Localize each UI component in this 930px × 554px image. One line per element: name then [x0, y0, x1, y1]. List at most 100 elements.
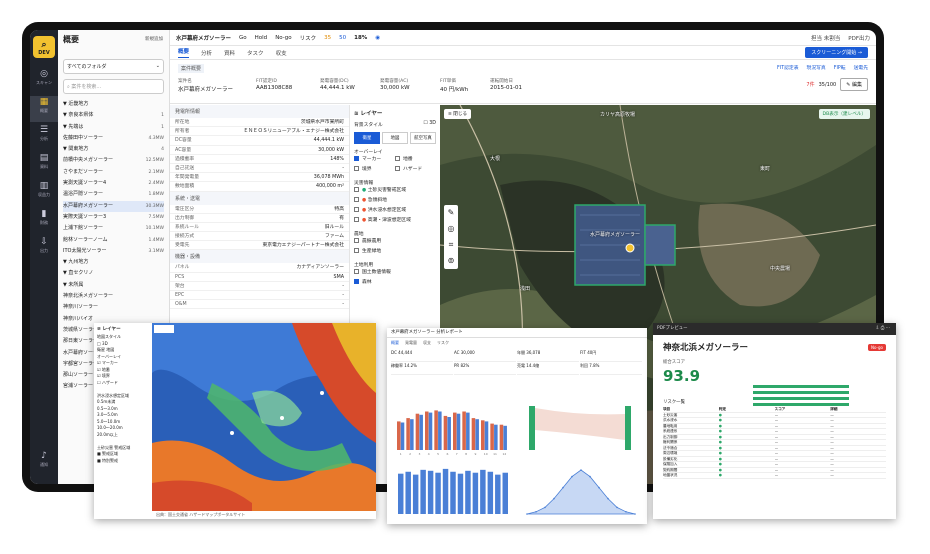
flag-go[interactable]: Go [239, 35, 247, 41]
tree-row[interactable]: 上浦下館ソーラー 10.1MW [63, 223, 164, 234]
folder-select[interactable]: すべてのフォルダ ⌄ [63, 59, 164, 74]
tree-row[interactable]: さやまだソーラー 2.1MW [63, 167, 164, 178]
tab-analysis[interactable]: 分析 [201, 49, 212, 57]
bar-mark [420, 469, 426, 514]
screening-start-button[interactable]: スクリーニング開始 → [805, 47, 868, 58]
tab-finance[interactable]: 収支 [276, 49, 287, 57]
pdf-export-button[interactable]: PDF出力 [848, 34, 870, 42]
tree-row[interactable]: ▼ 先端は 1 [63, 122, 164, 133]
bar-mark [435, 472, 441, 514]
use-item[interactable]: 国土数値情報 [354, 268, 436, 278]
tree-row[interactable]: 実測天誕ソーラー4 2.4MW [63, 178, 164, 189]
tree-row[interactable]: 神奈北浜メガソーラー [63, 291, 164, 302]
property-row: 出力制御有 [170, 214, 349, 223]
app-logo[interactable]: ⌕ DEV [33, 36, 55, 58]
overlay-lot[interactable]: 地番 [395, 155, 436, 165]
tree-row[interactable]: 佐藤田中ソーラー 4.3MW [63, 133, 164, 144]
edit-button[interactable]: ✎ 編集 [840, 78, 868, 91]
tab-overview[interactable]: 概要 [178, 47, 190, 58]
link-grid[interactable]: 送電先 [854, 64, 868, 71]
tab-tasks[interactable]: タスク [247, 49, 264, 57]
map-place-label: 水戸幕府メガソーラー [590, 232, 641, 238]
hazard-layer-title: ≋ レイヤー [97, 327, 121, 332]
rail-item-scan[interactable]: ◎ スキャン [30, 68, 58, 94]
overlay-marker[interactable]: マーカー [354, 155, 395, 165]
panel-toggle-button[interactable]: ≡ 閉じる [444, 109, 472, 119]
draw-icon[interactable]: ⌗ [444, 237, 458, 253]
bell-icon: ♪ [41, 451, 47, 461]
summary-field: FIT単価 40 円/kWh [440, 79, 469, 93]
tree-row[interactable]: ▼ 未所属 [63, 280, 164, 291]
bar-mark [397, 421, 401, 450]
tree-row[interactable]: 前橋中央メガソーラー 12.5MW [63, 155, 164, 166]
rail-item-docs[interactable]: ▤ 資料 [30, 152, 58, 178]
toggle-3d[interactable]: ☐ 3D [423, 121, 436, 126]
pin-icon[interactable]: ◎ [444, 221, 458, 237]
risk-table-row: 地盤状況 ● — — [663, 473, 886, 479]
analysis-dashboard-card: 水戸幕府メガソーラー 分析レポート 概要 発電量 収支 リスク DC 44,44… [387, 328, 647, 524]
tree-row[interactable]: 館林ソーラーノーム 1.4MW [63, 235, 164, 246]
rail-item-finance[interactable]: ▮ 財務 [30, 208, 58, 234]
rail-item-export[interactable]: ⇩ 出力 [30, 236, 58, 262]
tick-label: 4 [428, 452, 430, 456]
dash-tab[interactable]: リスク [437, 340, 449, 346]
flag-nogo[interactable]: No-go [275, 35, 291, 41]
overlay-hazard[interactable]: ハザード [395, 165, 436, 175]
land-item[interactable]: 生産緑地 [354, 247, 436, 257]
bar-mark [410, 419, 414, 450]
grid-icon: ▦ [39, 97, 49, 107]
hazard-item[interactable]: ● 土砂災害警戒区域 [354, 186, 436, 196]
point-mark [634, 513, 636, 515]
flag-hold[interactable]: Hold [255, 35, 268, 41]
overlay-label: オーバーレイ [354, 150, 383, 155]
assignee-label[interactable]: 担当 未割当 [811, 34, 840, 42]
tree-row[interactable]: ▼ 九州地方 [63, 257, 164, 268]
tab-docs[interactable]: 資料 [224, 49, 235, 57]
bar-mark [453, 412, 457, 450]
hazard-item[interactable]: ● 洪水浸水想定区域 [354, 206, 436, 216]
hazard-item[interactable]: ● 高潮・津波想定区域 [354, 216, 436, 226]
rail-item-revenue[interactable]: ▥ 収益力 [30, 180, 58, 206]
rail-item-overview[interactable]: ▦ 概要 [30, 96, 58, 122]
tree-row[interactable]: 実際天誕ソーラー3 7.5MW [63, 212, 164, 223]
rail-item-notify[interactable]: ♪ 通知 [30, 450, 58, 476]
topbar: 水戸幕府メガソーラー Go Hold No-go リスク 35 50 18% ◉… [170, 30, 876, 46]
range-band [535, 408, 625, 440]
tick-label: 8 [465, 452, 467, 456]
style-map[interactable]: 地図 [382, 132, 408, 144]
dash-tab[interactable]: 発電量 [405, 340, 417, 346]
point-mark [598, 486, 600, 489]
tree-row[interactable]: ▼ 直セクリノ [63, 268, 164, 279]
use-item[interactable]: 森林 [354, 278, 436, 288]
style-satellite[interactable]: 衛星 [354, 132, 380, 144]
download-icon[interactable]: ⇩ ⎙ ⋯ [876, 323, 890, 335]
add-folder-button[interactable]: 新規追加 [145, 36, 163, 42]
tree-row[interactable]: ITO太陽光ソーラー 3.1MW [63, 246, 164, 257]
kpi-grid: DC 44,444 AC 30,000 年間 36,078 FIT 40円 稼働率 14… [387, 348, 647, 377]
link-photos[interactable]: 現況写真 [807, 64, 826, 71]
tree-row[interactable]: ▼ 関東地方 4 [63, 144, 164, 155]
land-item[interactable]: 農振農用 [354, 237, 436, 247]
tree-row[interactable]: ▼ 近畿地方 [63, 99, 164, 110]
summary-links: FIT認定表 現況写真 FIP転 送電先 [777, 64, 868, 71]
dash-tab[interactable]: 概要 [391, 340, 399, 346]
dashboard-header: 水戸幕府メガソーラー 分析レポート [387, 328, 647, 338]
target-icon[interactable]: ⊚ [444, 253, 458, 269]
tree-row[interactable]: 水戸幕府メガソーラー 30.3MW [63, 200, 164, 212]
rail-item-analysis[interactable]: ☰ 分析 [30, 124, 58, 150]
overlay-boundary[interactable]: 境界 [354, 165, 395, 175]
tree-row[interactable]: 神奈川ソーラー [63, 302, 164, 313]
tree-row[interactable]: ▼ 奈良本県体 1 [63, 110, 164, 121]
bar-mark [475, 419, 479, 450]
ruler-icon[interactable]: ✎ [444, 205, 458, 221]
link-fit-cert[interactable]: FIT認定表 [777, 64, 799, 71]
progress-icon: ◉ [375, 34, 381, 41]
style-aerial[interactable]: 航空写真 [410, 132, 436, 144]
kpi-tile: 稼働率 14.2% [391, 363, 453, 375]
hazard-item[interactable]: ● 急傾斜地 [354, 196, 436, 206]
monthly-bar-chart: 1 2 3 4 5 6 7 8 9 10 11 12 [397, 410, 507, 456]
tree-row[interactable]: 温浴戸隠ソーラー 1.8MW [63, 189, 164, 200]
project-search-input[interactable]: ⌕ 案件を検索... [63, 79, 164, 94]
link-fip[interactable]: FIP転 [834, 64, 846, 71]
dash-tab[interactable]: 収支 [423, 340, 431, 346]
